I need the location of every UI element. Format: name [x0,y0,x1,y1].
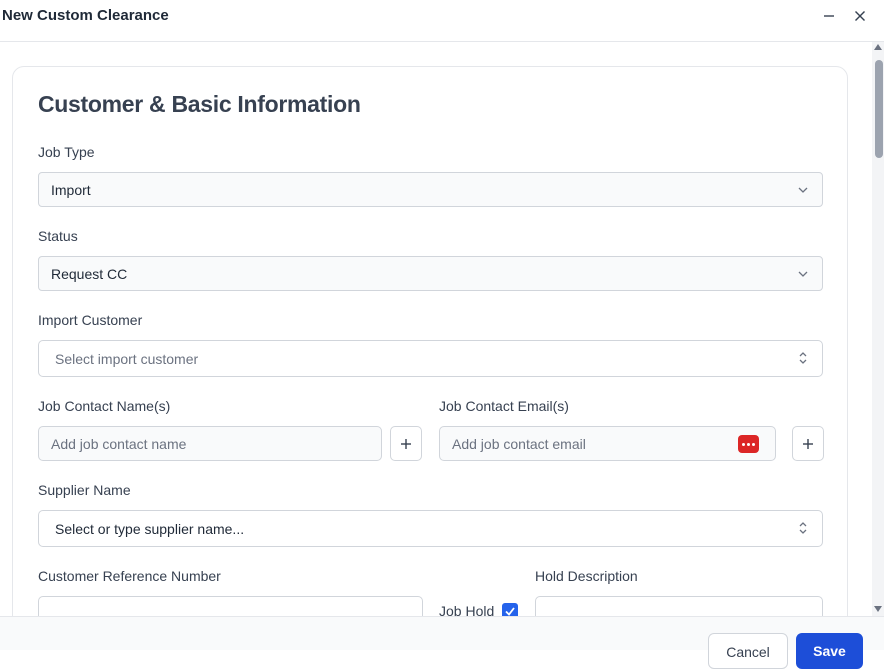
job-contact-name-input[interactable]: Add job contact name [38,426,382,461]
close-button[interactable] [849,5,871,27]
chevron-down-icon [798,187,808,193]
job-contact-email-label: Job Contact Email(s) [439,398,569,414]
status-label: Status [38,228,78,244]
hold-description-label: Hold Description [535,568,638,584]
import-customer-placeholder: Select import customer [55,350,199,367]
chevrons-up-down-icon [799,352,807,364]
cancel-button[interactable]: Cancel [708,633,788,669]
plus-icon [401,438,411,449]
status-select[interactable]: Request CC [38,256,823,291]
import-customer-combobox[interactable]: Select import customer [38,340,823,377]
add-contact-email-button[interactable] [792,426,824,461]
form-scroll-area[interactable]: Customer & Basic Information Job Type Im… [0,42,872,616]
hold-description-input[interactable] [535,596,823,616]
save-button[interactable]: Save [796,633,863,669]
job-type-value: Import [51,181,91,198]
scroll-down-arrow-icon[interactable] [874,606,882,612]
window-title: New Custom Clearance [2,7,169,24]
close-icon [855,11,865,21]
import-customer-label: Import Customer [38,312,143,328]
job-hold-checkbox[interactable] [502,603,518,616]
job-contact-name-placeholder: Add job contact name [51,435,187,452]
job-type-label: Job Type [38,144,95,160]
supplier-name-label: Supplier Name [38,482,131,498]
customer-reference-label: Customer Reference Number [38,568,221,584]
supplier-name-value: Select or type supplier name... [55,520,245,537]
customer-reference-input[interactable] [38,596,423,616]
supplier-name-combobox[interactable]: Select or type supplier name... [38,510,823,547]
minimize-button[interactable] [818,5,840,27]
customer-info-card: Customer & Basic Information Job Type Im… [12,66,848,616]
password-manager-icon[interactable] [738,435,759,453]
chevron-down-icon [798,271,808,277]
chevrons-up-down-icon [799,522,807,534]
job-hold-label: Job Hold [439,603,495,616]
job-contact-name-label: Job Contact Name(s) [38,398,171,414]
window-titlebar: New Custom Clearance [0,0,884,42]
job-contact-email-placeholder: Add job contact email [452,435,586,452]
add-contact-name-button[interactable] [390,426,422,461]
plus-icon [803,438,813,449]
job-contact-email-input[interactable]: Add job contact email [439,426,776,461]
section-title: Customer & Basic Information [38,91,361,117]
dialog-footer: Cancel Save [0,616,884,669]
scroll-up-arrow-icon[interactable] [874,44,882,50]
scrollbar-thumb[interactable] [875,60,883,158]
minimize-icon [824,15,834,17]
status-value: Request CC [51,265,128,282]
vertical-scrollbar[interactable] [872,42,884,616]
checkmark-icon [505,607,515,616]
job-type-select[interactable]: Import [38,172,823,207]
